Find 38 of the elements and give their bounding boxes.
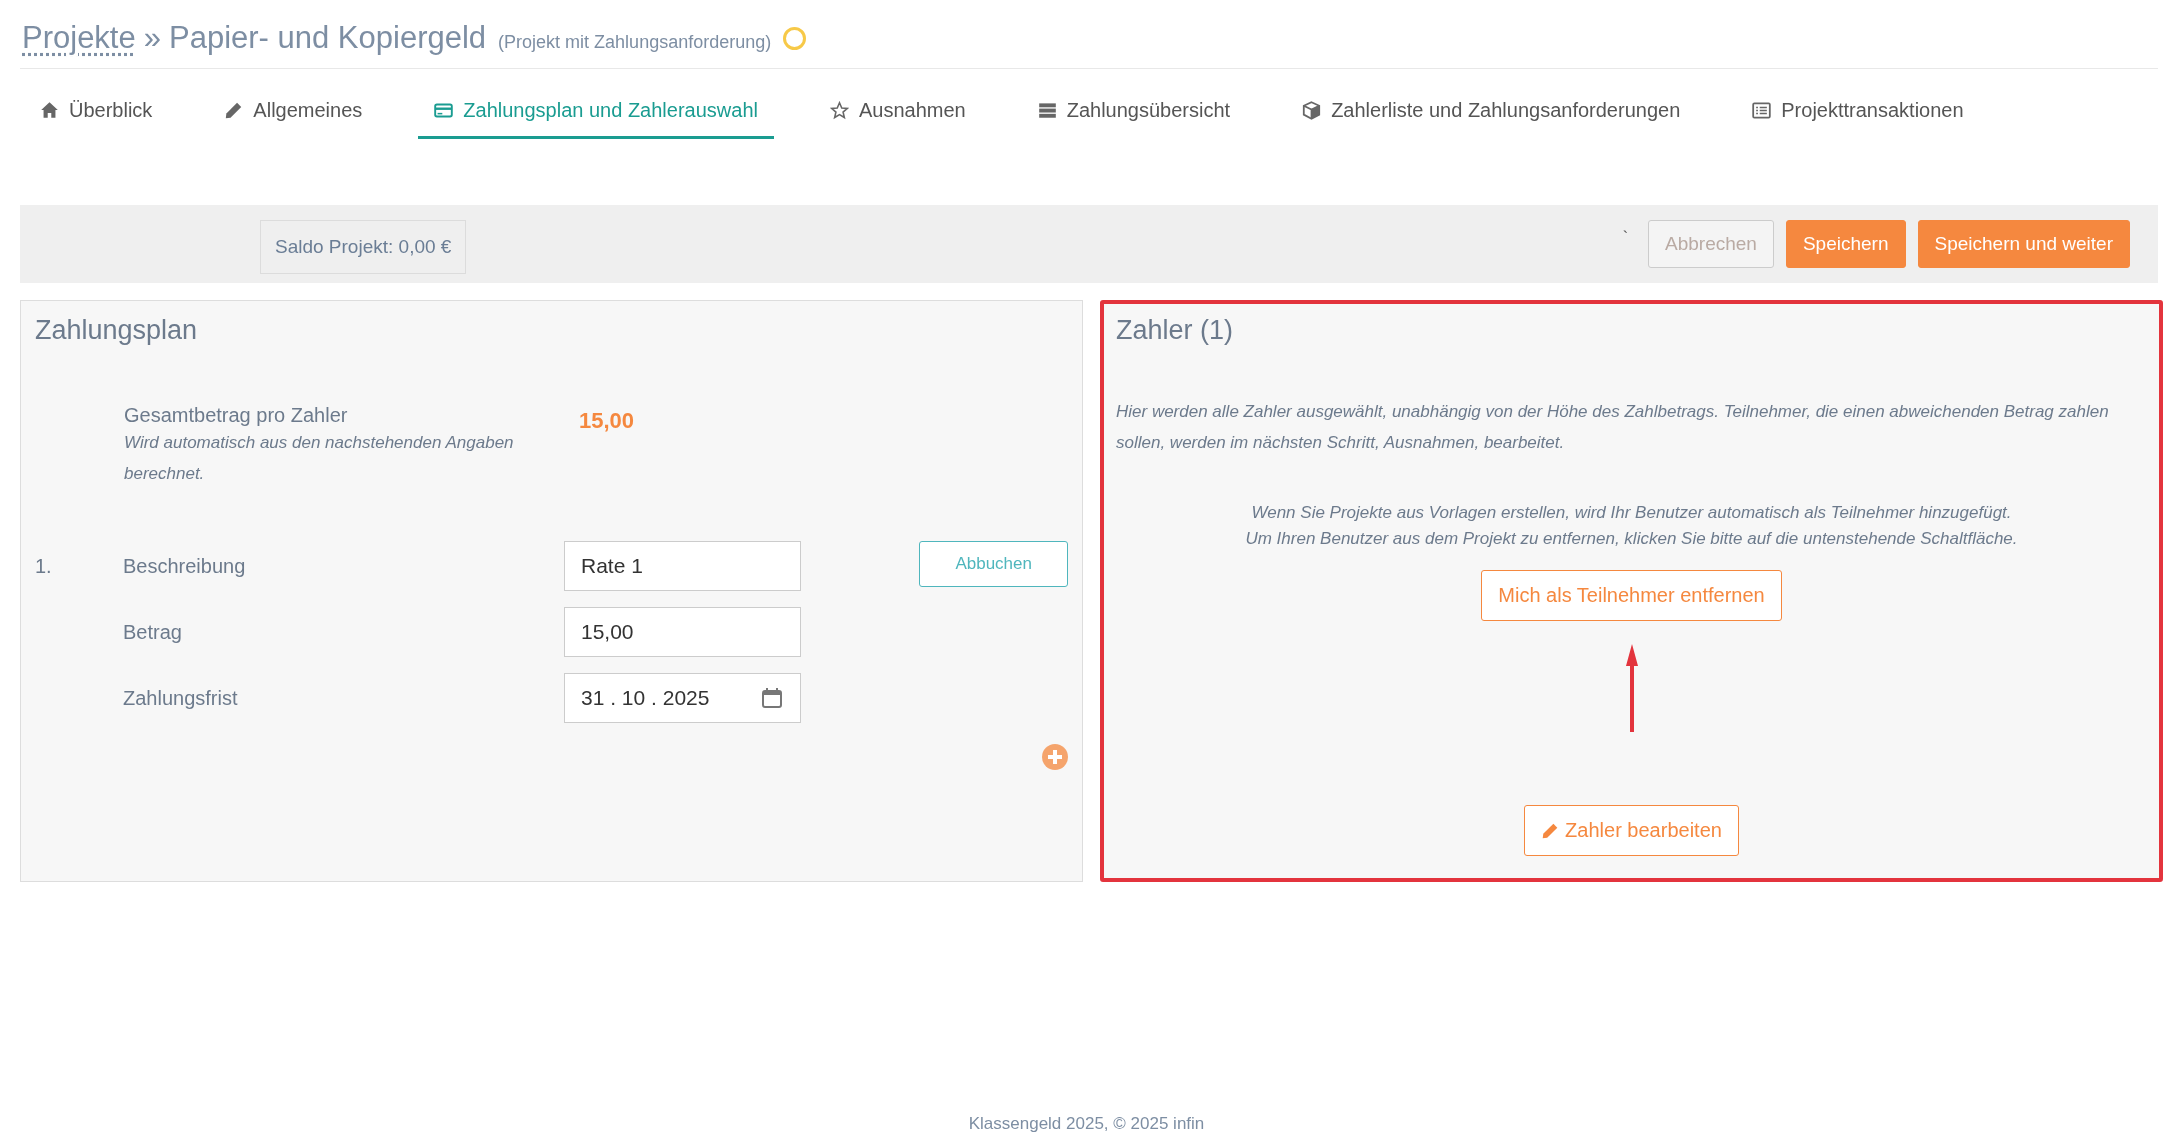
field-label: Beschreibung	[123, 554, 247, 578]
field-label: Zahlungsfrist	[123, 686, 239, 710]
tab[interactable]: Überblick	[24, 89, 169, 139]
page-title: Papier- und Kopiergeld	[169, 20, 487, 56]
status-circle-icon	[783, 26, 807, 50]
tab[interactable]: Projekttransaktionen	[1736, 89, 1980, 139]
stray-mark: `	[1622, 229, 1629, 247]
list-icon	[1752, 101, 1772, 120]
footer-text: Klassengeld 2025, © 2025 infin	[968, 1114, 1205, 1133]
pencil-icon	[1541, 821, 1560, 840]
breadcrumb-separator: »	[143, 20, 161, 56]
field-label: Betrag	[123, 620, 183, 644]
cube-icon	[1302, 101, 1322, 120]
card-icon	[434, 101, 454, 120]
server-icon	[1037, 101, 1057, 120]
pencil-icon	[224, 101, 244, 120]
tab[interactable]: Allgemeines	[208, 89, 379, 139]
amount-field[interactable]: 15,00	[564, 607, 801, 657]
note-text: Um Ihren Benutzer aus dem Projekt zu entfernen, klicken Sie bitte auf die untenstehende Schaltfläche.	[1244, 528, 2019, 550]
installment-number: 1.	[35, 554, 53, 578]
page-subtitle: (Projekt mit Zahlungsanforderung)	[498, 32, 772, 53]
panel-title: Zahler (1)	[1116, 315, 1235, 346]
calendar-icon	[760, 686, 784, 710]
info-text: Hier werden alle Zahler ausgewählt, unabhängig von der Höhe des Zahlbetrags. Teilnehmer, die einen abweichenden Betrag zahlen sollen, werden im nächsten Schritt, Ausnahmen, bearbeitet.	[1116, 401, 2110, 454]
total-label: Gesamtbetrag pro Zahler	[124, 404, 349, 427]
date-field[interactable]: 31 . 10 . 2025	[564, 673, 801, 723]
note-text: Wenn Sie Projekte aus Vorlagen erstellen, wird Ihr Benutzer automatisch als Teilnehmer hinzugefügt.	[1250, 502, 2013, 524]
add-icon[interactable]	[1041, 743, 1069, 771]
tab[interactable]: Ausnahmen	[813, 89, 982, 139]
description-field[interactable]: Rate 1	[564, 541, 801, 591]
star-icon	[829, 101, 849, 120]
balance-label: Saldo Projekt: 0,00 €	[260, 220, 467, 274]
tab[interactable]: Zahlerliste und Zahlungsanforderungen	[1286, 89, 1697, 139]
home-icon	[40, 101, 59, 120]
tab[interactable]: Zahlungsübersicht	[1021, 89, 1247, 139]
total-hint: Wird automatisch aus den nachstehenden Angaben berechnet.	[124, 432, 515, 485]
panel-title: Zahlungsplan	[35, 315, 199, 346]
total-value: 15,00	[579, 408, 636, 435]
